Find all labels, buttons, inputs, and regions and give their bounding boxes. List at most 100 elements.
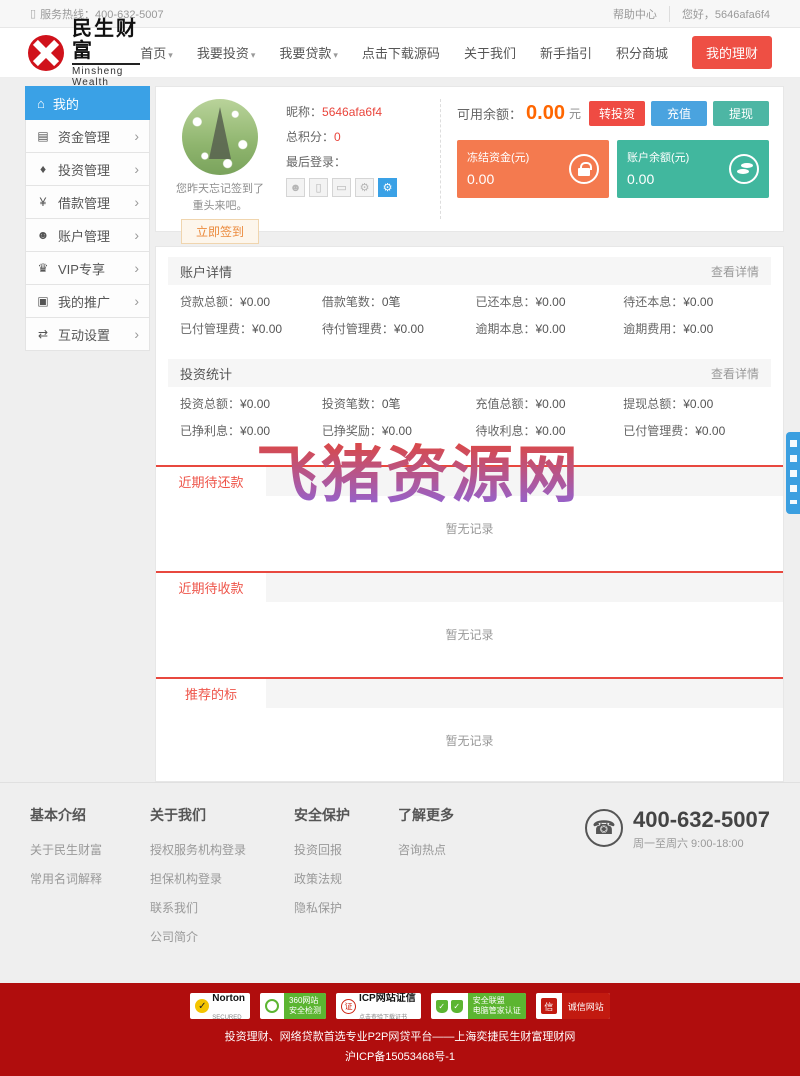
signin-button[interactable]: 立即签到: [180, 219, 259, 244]
empty-message: 暂无记录: [445, 522, 494, 536]
profile-info: 昵称：5646afa6f4 总积分：0 最后登录： ☻ ▯ ▭ ⚙ ⚙: [270, 99, 440, 219]
footer-link[interactable]: 联系我们: [150, 899, 246, 916]
main-column: 您昨天忘记签到了 重头来吧。 立即签到 昵称：5646afa6f4 总积分：0 …: [155, 86, 784, 782]
icp-record-number: 沪ICP备15053468号-1: [344, 1051, 456, 1063]
footer-link[interactable]: 关于民生财富: [30, 841, 102, 858]
bottom-bar: ✓ Norton SECURED 360网站 安全检测 证 ICP网站证信 点击…: [0, 983, 800, 1076]
footer-hours: 周一至周六 9:00-18:00: [632, 838, 744, 850]
drop-icon: ♦: [39, 162, 47, 176]
tab-recommended-bids[interactable]: 推荐的标: [156, 679, 266, 708]
avatar[interactable]: [182, 99, 258, 175]
sidebar-item-my[interactable]: ⌂ 我的: [25, 86, 150, 120]
video-verify-icon[interactable]: ⚙: [355, 178, 374, 197]
nav-points-mall[interactable]: 积分商城: [616, 43, 668, 62]
chevron-right-icon: ›: [134, 260, 139, 276]
footer-link[interactable]: 政策法规: [294, 870, 350, 887]
sidebar-item-promotion[interactable]: ▣ 我的推广 ›: [25, 285, 150, 318]
footer-col-more: 了解更多 咨询热点: [398, 807, 455, 858]
points-value: 0: [334, 130, 341, 144]
footer-link[interactable]: 咨询热点: [398, 841, 454, 858]
reinvest-button[interactable]: 转投资: [589, 101, 645, 126]
tab-recent-collection[interactable]: 近期待收款: [156, 573, 266, 602]
caret-down-icon: ▾: [250, 50, 256, 60]
nav-guide[interactable]: 新手指引: [540, 43, 592, 62]
footer-link[interactable]: 投资回报: [294, 841, 350, 858]
settings-gear-icon[interactable]: ⚙: [378, 178, 397, 197]
arrows-icon: ⇄: [37, 327, 49, 341]
yuan-icon: ¥: [39, 195, 47, 209]
icp-badge[interactable]: 证 ICP网站证信 点击查验下载证书: [336, 993, 421, 1019]
greeting-text: 您好，5646afa6f4: [681, 8, 770, 21]
tab-strip-filler: [266, 467, 783, 496]
signin-tip: 您昨天忘记签到了 重头来吧。: [176, 183, 264, 212]
nickname-value: 5646afa6f4: [322, 105, 383, 119]
nav-about[interactable]: 关于我们: [464, 43, 516, 62]
available-balance-value: 0.00: [526, 102, 565, 124]
sidebar-item-account[interactable]: ☻ 账户管理 ›: [25, 219, 150, 252]
sidebar-item-invest[interactable]: ♦ 投资管理 ›: [25, 153, 150, 186]
footer-col-security: 安全保护 投资回报 政策法规 隐私保护: [294, 807, 351, 916]
invest-stats: 投资总额：¥0.00 投资笔数：0笔 充值总额：¥0.00 提现总额：¥0.00…: [180, 397, 726, 438]
logo[interactable]: 民生财富 Minsheng Wealth: [28, 18, 141, 88]
footer-phone-block: ☎ 400-632-5007 周一至周六 9:00-18:00: [584, 805, 770, 957]
cert-badges: ✓ Norton SECURED 360网站 安全检测 证 ICP网站证信 点击…: [0, 993, 800, 1019]
camera-icon: ▣: [37, 294, 49, 308]
recharge-button[interactable]: 充值: [651, 101, 707, 126]
chevron-right-icon: ›: [134, 128, 139, 144]
tab-strip-filler: [266, 679, 783, 708]
honest-site-badge[interactable]: 信 诚信网站: [535, 993, 610, 1019]
tab-recent-repayment[interactable]: 近期待还款: [156, 467, 266, 496]
account-detail-stats: 贷款总额：¥0.00 借款笔数：0笔 已还本息：¥0.00 待还本息：¥0.00…: [180, 295, 714, 336]
main-header: 民生财富 Minsheng Wealth 首页 ▾ 我要投资 ▾ 我要贷款 ▾ 点击下…: [0, 18, 800, 88]
sidebar: ⌂ 我的 ▤ 资金管理 › ♦ 投资管理 › ¥ 借款管理 › ☻ 账户管理 ›: [25, 86, 150, 351]
tab-strip-filler: [266, 573, 783, 602]
chevron-right-icon: ›: [134, 326, 139, 342]
account-detail-more-link[interactable]: 查看详情: [711, 263, 759, 280]
logo-icon: [28, 34, 64, 71]
sidebar-item-interaction[interactable]: ⇄ 互动设置 ›: [25, 318, 150, 351]
chevron-right-icon: ›: [134, 161, 139, 177]
sidebar-item-borrow[interactable]: ¥ 借款管理 ›: [25, 186, 150, 219]
phone-icon: ☎: [584, 809, 623, 847]
chevron-right-icon: ›: [134, 227, 139, 243]
nav-invest[interactable]: 我要投资 ▾: [197, 43, 256, 62]
sidebar-item-funds[interactable]: ▤ 资金管理 ›: [25, 120, 150, 153]
phone-verify-icon[interactable]: ▯: [309, 178, 328, 197]
footer-col-about: 关于我们 授权服务机构登录 担保机构登录 联系我们 公司简介: [150, 807, 247, 944]
account-detail-header: 账户详情 查看详情: [168, 257, 771, 285]
norton-badge[interactable]: ✓ Norton SECURED: [190, 993, 251, 1019]
coins-icon: [729, 154, 759, 184]
chevron-right-icon: ›: [134, 194, 139, 210]
my-finance-button[interactable]: 我的理财: [691, 36, 772, 69]
caret-down-icon: ▾: [333, 50, 338, 60]
floating-side-tab[interactable]: [786, 432, 800, 514]
nav-loan[interactable]: 我要贷款 ▾: [279, 43, 338, 62]
sidebar-item-vip[interactable]: ♛ VIP专享 ›: [25, 252, 150, 285]
email-verify-icon[interactable]: ▭: [332, 178, 351, 197]
site-slogan: 投资理财、网络贷款首选专业P2P网贷平台——上海奕捷民生财富理财网: [224, 1031, 576, 1043]
seal-icon: 信: [540, 998, 557, 1014]
help-center-link[interactable]: 帮助中心: [613, 5, 670, 22]
nav-home[interactable]: 首页 ▾: [140, 43, 173, 62]
check-icon: ✓: [195, 999, 210, 1013]
home-icon: ⌂: [37, 95, 45, 111]
invest-stats-more-link[interactable]: 查看详情: [711, 365, 759, 382]
caret-down-icon: ▾: [168, 50, 173, 60]
lock-icon: [569, 154, 599, 184]
profile-panel: 您昨天忘记签到了 重头来吧。 立即签到 昵称：5646afa6f4 总积分：0 …: [155, 86, 784, 244]
footer-link[interactable]: 授权服务机构登录: [150, 841, 246, 858]
nav-download[interactable]: 点击下载源码: [362, 43, 440, 62]
account-balance-card: 账户余额(元) 0.00: [617, 140, 769, 198]
footer-phone-number: 400-632-5007: [632, 807, 770, 832]
last-login-label: 最后登录：: [286, 155, 347, 169]
seal-icon: 证: [341, 998, 357, 1014]
footer-link[interactable]: 担保机构登录: [150, 870, 246, 887]
badge-360[interactable]: 360网站 安全检测: [260, 993, 327, 1019]
coins-icon: ▤: [37, 129, 49, 143]
user-verify-icon[interactable]: ☻: [286, 178, 305, 197]
footer-link[interactable]: 隐私保护: [294, 899, 350, 916]
footer-link[interactable]: 常用名词解释: [30, 870, 102, 887]
security-union-badge[interactable]: ✓ ✓ 安全联盟 电脑管家认证: [430, 993, 526, 1019]
withdraw-button[interactable]: 提现: [713, 101, 769, 126]
empty-message: 暂无记录: [445, 628, 494, 642]
